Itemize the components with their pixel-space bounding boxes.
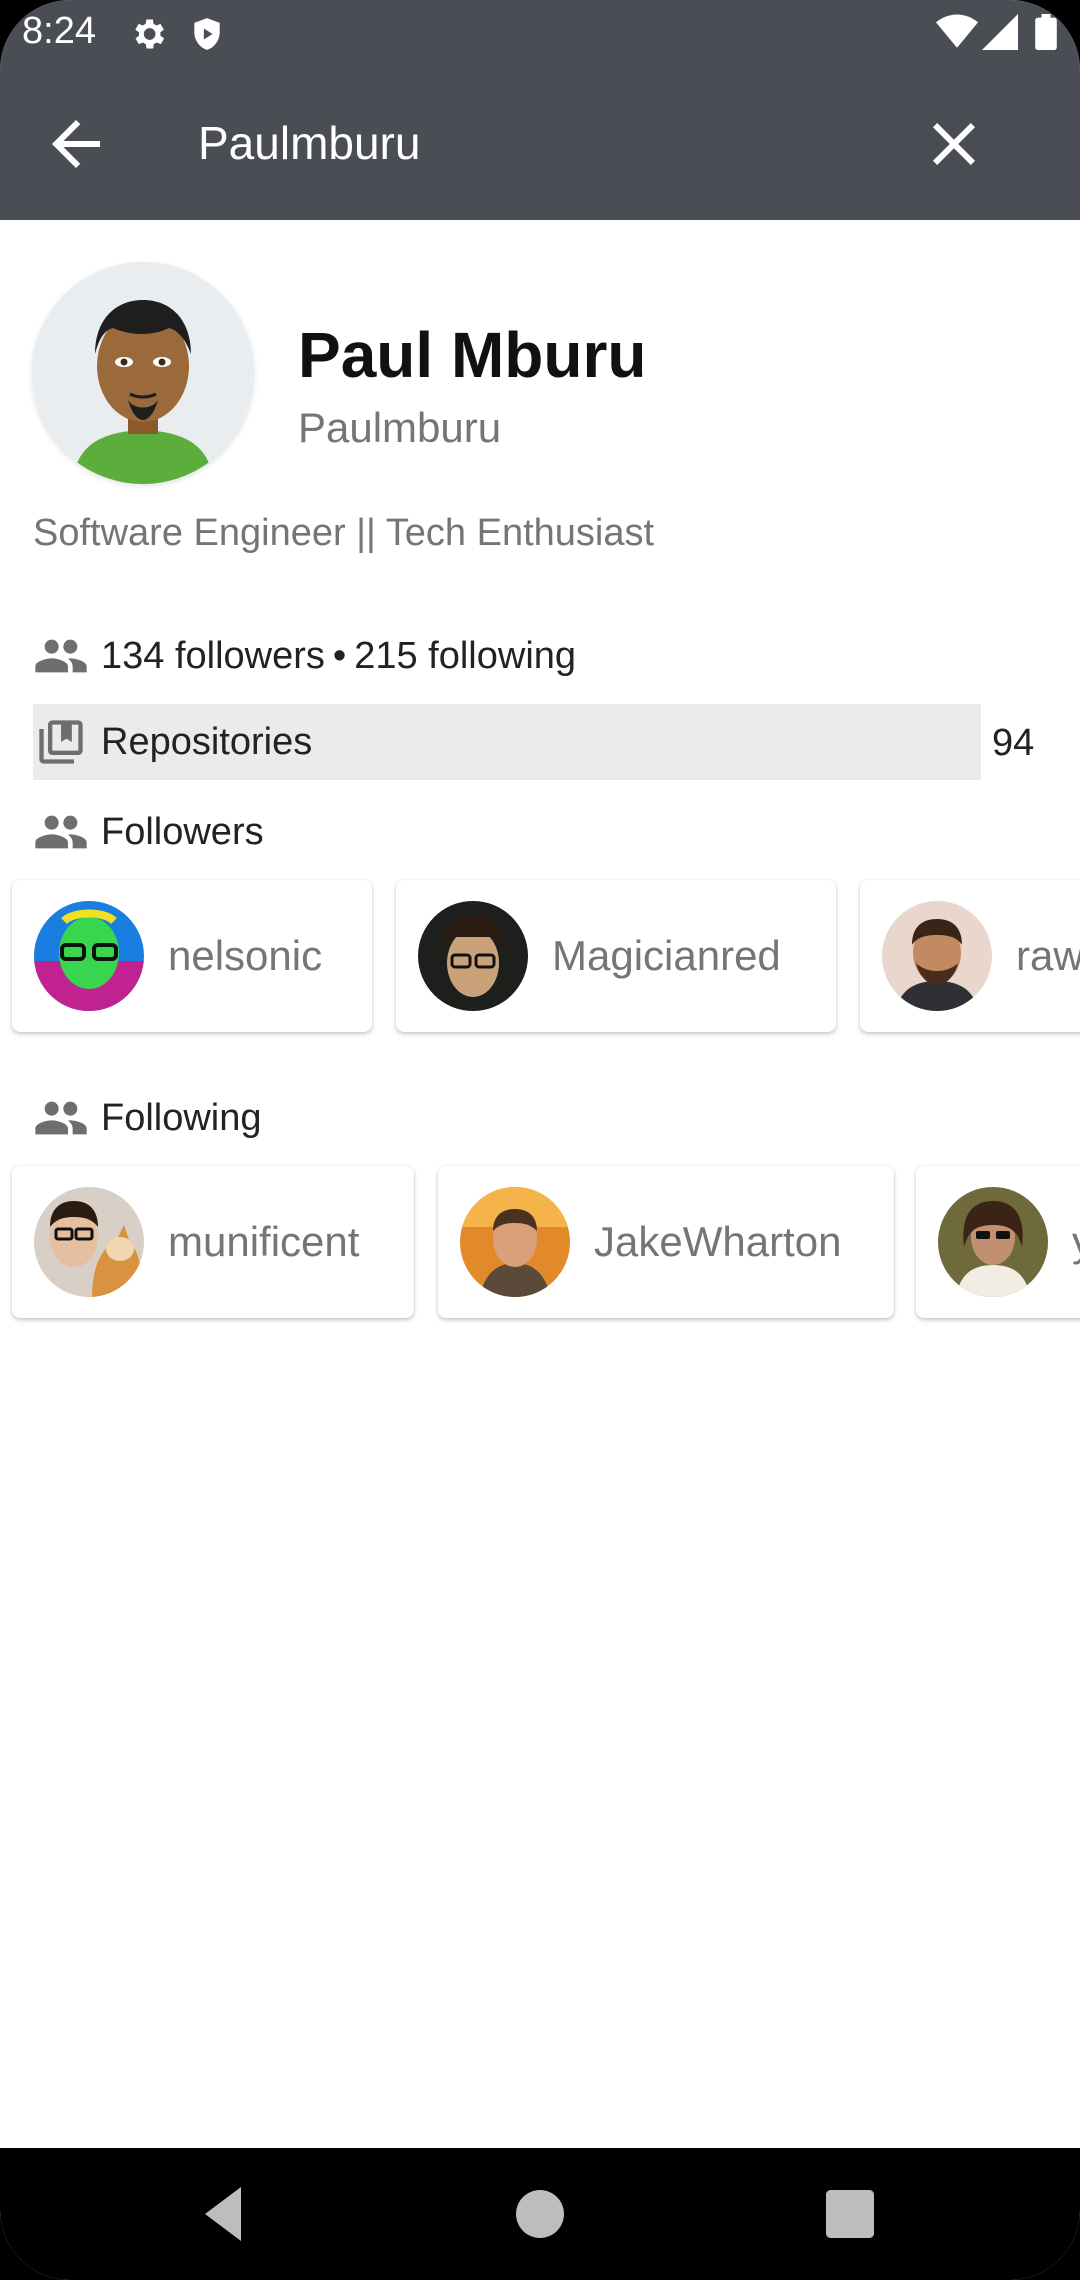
user-avatar bbox=[34, 901, 144, 1011]
status-time: 8:24 bbox=[22, 10, 96, 52]
search-app-bar: Paulmburu bbox=[0, 88, 1080, 198]
user-avatar bbox=[418, 901, 528, 1011]
user-card-follower[interactable]: Magicianred bbox=[396, 880, 836, 1032]
user-card-following[interactable]: JakeWharton bbox=[438, 1166, 894, 1318]
followers-list: nelsonic Magicianred raw bbox=[0, 880, 1080, 1040]
wifi-icon bbox=[936, 14, 978, 48]
following-list: munificent JakeWharton bbox=[0, 1166, 1080, 1326]
profile-avatar bbox=[32, 262, 254, 484]
top-app-bar: 8:24 Paulmburu bbox=[0, 0, 1080, 220]
nav-recents-icon[interactable] bbox=[814, 2178, 886, 2250]
repositories-count: 94 bbox=[992, 722, 1035, 764]
screen: 8:24 Paulmburu Paul Mburu Paulmburu Soft… bbox=[0, 0, 1080, 2280]
user-card-follower[interactable]: raw bbox=[860, 880, 1080, 1032]
repository-icon bbox=[39, 720, 83, 764]
following-section-title: Following bbox=[33, 1092, 262, 1144]
user-card-following[interactable]: munificent bbox=[12, 1166, 414, 1318]
followers-section-title: Followers bbox=[33, 806, 264, 858]
user-avatar bbox=[34, 1187, 144, 1297]
followers-count[interactable]: 134 followers bbox=[101, 635, 325, 678]
user-card-follower[interactable]: nelsonic bbox=[12, 880, 372, 1032]
profile-login: Paulmburu bbox=[298, 404, 502, 451]
battery-icon bbox=[1035, 14, 1057, 50]
people-icon bbox=[35, 639, 87, 673]
user-login: nelsonic bbox=[168, 932, 323, 979]
profile-name: Paul Mburu bbox=[298, 319, 647, 391]
user-login: Magicianred bbox=[552, 932, 781, 979]
user-login: y bbox=[1072, 1218, 1080, 1266]
nav-back-icon[interactable] bbox=[190, 2178, 262, 2250]
follow-counts: 134 followers • 215 following bbox=[33, 630, 576, 682]
separator-dot: • bbox=[332, 634, 347, 677]
repositories-row[interactable]: Repositories bbox=[33, 704, 981, 780]
user-avatar bbox=[460, 1187, 570, 1297]
people-icon bbox=[35, 1101, 87, 1135]
repositories-label: Repositories bbox=[101, 720, 313, 763]
following-title: Following bbox=[101, 1096, 262, 1139]
signal-icon bbox=[982, 14, 1018, 50]
back-arrow-icon[interactable] bbox=[40, 108, 112, 180]
shield-icon bbox=[194, 18, 220, 50]
followers-title: Followers bbox=[101, 810, 264, 853]
people-icon bbox=[35, 815, 87, 849]
user-card-following[interactable]: y bbox=[916, 1166, 1080, 1318]
user-avatar bbox=[938, 1187, 1048, 1297]
user-login: raw bbox=[1016, 932, 1080, 979]
profile-bio: Software Engineer || Tech Enthusiast bbox=[33, 512, 655, 554]
user-login: munificent bbox=[168, 1218, 360, 1265]
search-input[interactable]: Paulmburu bbox=[198, 116, 420, 170]
close-icon[interactable] bbox=[918, 108, 990, 180]
nav-home-icon[interactable] bbox=[504, 2178, 576, 2250]
system-navigation-bar bbox=[0, 2148, 1080, 2280]
settings-icon bbox=[135, 19, 165, 49]
status-bar: 8:24 bbox=[0, 0, 1080, 66]
user-login: JakeWharton bbox=[594, 1218, 842, 1265]
following-count[interactable]: 215 following bbox=[354, 635, 576, 678]
user-avatar bbox=[882, 901, 992, 1011]
